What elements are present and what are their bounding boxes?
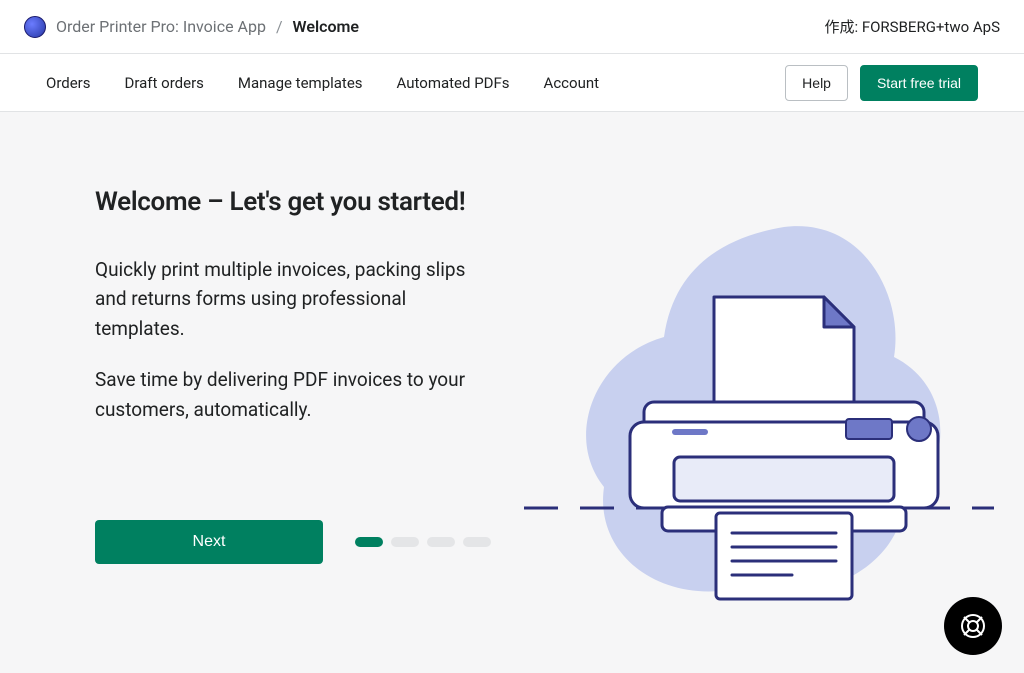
printer-icon <box>524 207 994 627</box>
app-logo-icon <box>24 16 46 38</box>
welcome-paragraph-1: Quickly print multiple invoices, packing… <box>95 255 495 343</box>
breadcrumb-current: Welcome <box>293 17 359 36</box>
app-header: Order Printer Pro: Invoice App / Welcome… <box>0 0 1024 54</box>
chat-support-button[interactable] <box>944 597 1002 655</box>
wizard-controls: Next <box>95 520 515 564</box>
breadcrumb-app[interactable]: Order Printer Pro: Invoice App <box>56 17 266 36</box>
step-dot-3[interactable] <box>427 537 455 547</box>
breadcrumb: Order Printer Pro: Invoice App / Welcome <box>24 16 359 38</box>
nav-orders[interactable]: Orders <box>46 74 91 92</box>
welcome-paragraph-2: Save time by delivering PDF invoices to … <box>95 365 495 424</box>
header-author: 作成: FORSBERG+two ApS <box>824 16 1000 37</box>
step-dot-1[interactable] <box>355 537 383 547</box>
nav-account[interactable]: Account <box>544 74 600 92</box>
nav-bar: Orders Draft orders Manage templates Aut… <box>0 54 1024 112</box>
nav-links: Orders Draft orders Manage templates Aut… <box>46 74 599 92</box>
nav-draft-orders[interactable]: Draft orders <box>125 74 204 92</box>
printer-illustration <box>524 207 994 627</box>
main-content: Welcome – Let's get you started! Quickly… <box>0 112 1024 673</box>
welcome-title: Welcome – Let's get you started! <box>95 187 515 217</box>
step-dot-2[interactable] <box>391 537 419 547</box>
nav-automated-pdfs[interactable]: Automated PDFs <box>397 74 510 92</box>
breadcrumb-separator: / <box>276 17 283 36</box>
step-dot-4[interactable] <box>463 537 491 547</box>
welcome-left-column: Welcome – Let's get you started! Quickly… <box>95 187 515 673</box>
next-button[interactable]: Next <box>95 520 323 564</box>
help-button[interactable]: Help <box>785 65 848 101</box>
start-free-trial-button[interactable]: Start free trial <box>860 65 978 101</box>
nav-actions: Help Start free trial <box>785 65 978 101</box>
step-indicator <box>355 537 491 547</box>
nav-manage-templates[interactable]: Manage templates <box>238 74 363 92</box>
lifebuoy-icon <box>958 611 988 641</box>
